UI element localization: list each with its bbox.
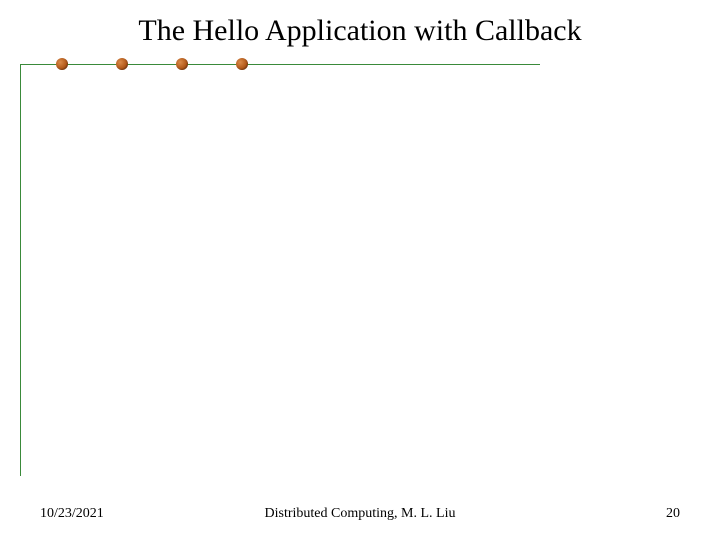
side-rule	[20, 64, 21, 476]
footer-page-number: 20	[666, 506, 680, 522]
title-rule	[20, 58, 540, 72]
bullet-icon	[56, 58, 68, 70]
bullet-icon	[176, 58, 188, 70]
bullet-icon	[236, 58, 248, 70]
footer-center: Distributed Computing, M. L. Liu	[265, 506, 456, 522]
slide-title: The Hello Application with Callback	[0, 14, 720, 48]
rule-bullets	[56, 58, 248, 70]
footer: 10/23/2021 Distributed Computing, M. L. …	[0, 506, 720, 522]
slide: The Hello Application with Callback 10/2…	[0, 0, 720, 540]
footer-date: 10/23/2021	[40, 506, 104, 522]
bullet-icon	[116, 58, 128, 70]
